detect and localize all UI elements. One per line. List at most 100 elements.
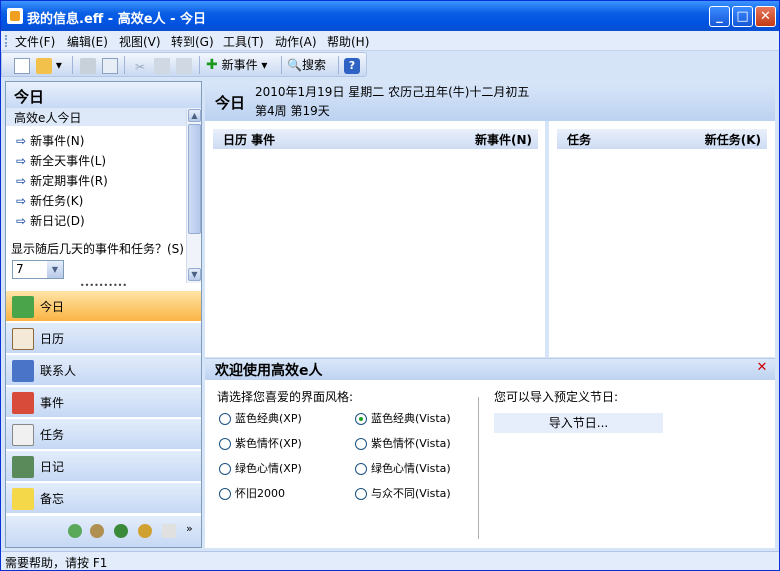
plus-icon: ✚ (206, 57, 218, 73)
link-new-event[interactable]: ⇨ 新事件(N) (16, 132, 84, 149)
memo-icon (12, 488, 34, 510)
radio-icon (219, 438, 231, 450)
menu-view[interactable]: 视图(V) (119, 33, 161, 50)
contacts-icon (12, 360, 34, 382)
welcome-divider (478, 397, 479, 539)
sync-icon[interactable] (68, 524, 82, 538)
link-new-allday-event[interactable]: ⇨ 新全天事件(L) (16, 152, 106, 169)
search-icon[interactable] (90, 524, 104, 538)
radio-icon (219, 463, 231, 475)
menu-bar: 文件(F) 编辑(E) 视图(V) 转到(G) 工具(T) 动作(A) 帮助(H… (1, 31, 779, 51)
menu-tools[interactable]: 工具(T) (223, 33, 264, 50)
radio-icon (355, 488, 367, 500)
close-button[interactable]: ✕ (755, 6, 776, 27)
left-panel: 今日 高效e人今日 ⇨ 新事件(N) ⇨ 新全天事件(L) ⇨ 新定期事件(R) ⇨ 新… (5, 81, 202, 548)
calendar-pane: 日历 事件 新事件(N) (205, 121, 545, 357)
chevron-down-icon: ▼ (47, 261, 63, 278)
nav-today[interactable]: 今日 (6, 290, 201, 321)
left-panel-subtitle: 高效e人今日 (6, 108, 186, 126)
radio-icon (219, 413, 231, 425)
today-title: 今日 (215, 94, 246, 112)
theme-option[interactable]: 紫色情怀(XP) (219, 435, 302, 451)
arrow-icon: ⇨ (16, 134, 27, 148)
event-icon (12, 392, 34, 414)
title-bar[interactable]: 我的信息.eff - 高效e人 - 今日 _ □ ✕ (1, 1, 779, 31)
theme-prompt: 请选择您喜爱的界面风格: (217, 390, 354, 404)
minimize-button[interactable]: _ (709, 6, 730, 27)
key-icon[interactable] (138, 524, 152, 538)
left-panel-title: 今日 (6, 82, 201, 108)
copy-icon[interactable] (154, 56, 170, 74)
menu-file[interactable]: 文件(F) (15, 33, 55, 50)
calendar-pane-title: 日历 事件 (223, 133, 276, 147)
left-scrollbar[interactable]: ▲ ▼ (186, 108, 201, 283)
theme-option[interactable]: 怀旧2000 (219, 485, 285, 501)
new-event-link[interactable]: 新事件(N) (475, 131, 532, 148)
menu-goto[interactable]: 转到(G) (171, 33, 214, 50)
theme-option[interactable]: 蓝色经典(Vista) (355, 410, 451, 426)
scroll-down-icon[interactable]: ▼ (188, 268, 201, 281)
open-folder-icon[interactable]: ▾ (36, 56, 62, 74)
link-new-diary[interactable]: ⇨ 新日记(D) (16, 212, 85, 229)
days-label: 显示随后几天的事件和任务？(S) (11, 242, 184, 256)
link-new-task[interactable]: ⇨ 新任务(K) (16, 192, 83, 209)
days-select[interactable]: 7 ▼ (12, 260, 64, 279)
toolbar: ▾ ✂ ✚ 新事件 ▾ 🔍搜索 ? (1, 52, 367, 77)
welcome-title: 欢迎使用高效e人 ✕ (205, 359, 775, 380)
nav-contacts[interactable]: 联系人 (6, 354, 201, 385)
theme-option[interactable]: 与众不同(Vista) (355, 485, 451, 501)
new-task-link[interactable]: 新任务(K) (705, 131, 761, 148)
print-icon[interactable] (80, 56, 96, 74)
task-icon (12, 424, 34, 446)
search-button[interactable]: 🔍搜索 (287, 56, 326, 74)
app-window: 我的信息.eff - 高效e人 - 今日 _ □ ✕ 文件(F) 编辑(E) 视… (0, 0, 780, 571)
close-icon[interactable]: ✕ (755, 361, 769, 375)
import-holidays-button[interactable]: 导入节日... (494, 413, 663, 433)
help-icon[interactable]: ? (344, 56, 360, 74)
window-title: 我的信息.eff - 高效e人 - 今日 (27, 12, 206, 27)
globe-icon[interactable] (114, 524, 128, 538)
nav-memo[interactable]: 备忘 (6, 482, 201, 513)
theme-option[interactable]: 紫色情怀(Vista) (355, 435, 451, 451)
menu-grip[interactable] (5, 35, 8, 47)
calendar-icon (12, 328, 34, 350)
radio-icon (355, 463, 367, 475)
nav-tasks[interactable]: 任务 (6, 418, 201, 449)
theme-option[interactable]: 蓝色经典(XP) (219, 410, 302, 426)
search-icon: 🔍 (287, 58, 302, 72)
theme-option[interactable]: 绿色心情(Vista) (355, 460, 451, 476)
arrow-icon: ⇨ (16, 174, 27, 188)
menu-edit[interactable]: 编辑(E) (67, 33, 108, 50)
theme-option[interactable]: 绿色心情(XP) (219, 460, 302, 476)
diary-icon (12, 456, 34, 478)
scroll-up-icon[interactable]: ▲ (188, 109, 201, 122)
radio-selected-icon (355, 413, 367, 425)
scroll-thumb[interactable] (188, 124, 201, 234)
nav-events[interactable]: 事件 (6, 386, 201, 417)
nav-diary[interactable]: 日记 (6, 450, 201, 481)
app-icon (7, 8, 23, 24)
more-icon[interactable]: » (186, 522, 193, 535)
print-preview-icon[interactable] (102, 56, 118, 74)
task-pane: 任务 新任务(K) (549, 121, 775, 357)
clipboard-icon[interactable] (162, 524, 176, 538)
maximize-button[interactable]: □ (732, 6, 753, 27)
new-event-button[interactable]: ✚ 新事件 ▾ (206, 56, 267, 74)
task-pane-header: 任务 新任务(K) (557, 129, 767, 149)
welcome-panel: 欢迎使用高效e人 ✕ 请选择您喜爱的界面风格: 蓝色经典(XP) 蓝色经典(Vis… (205, 358, 775, 548)
menu-help[interactable]: 帮助(H) (327, 33, 369, 50)
arrow-icon: ⇨ (16, 154, 27, 168)
home-icon (12, 296, 34, 318)
radio-icon (355, 438, 367, 450)
menu-actions[interactable]: 动作(A) (275, 33, 317, 50)
new-document-icon[interactable] (14, 56, 30, 74)
link-new-recurring-event[interactable]: ⇨ 新定期事件(R) (16, 172, 108, 189)
task-pane-title: 任务 (567, 133, 592, 147)
radio-icon (219, 488, 231, 500)
cut-icon[interactable]: ✂ (132, 56, 148, 74)
paste-icon[interactable] (176, 56, 192, 74)
import-prompt: 您可以导入预定义节日: (494, 390, 619, 404)
today-week: 第4周 第19天 (255, 104, 330, 118)
nav-calendar[interactable]: 日历 (6, 322, 201, 353)
today-header: 今日 2010年1月19日 星期二 农历己丑年(牛)十二月初五 第4周 第19天 (205, 81, 775, 121)
